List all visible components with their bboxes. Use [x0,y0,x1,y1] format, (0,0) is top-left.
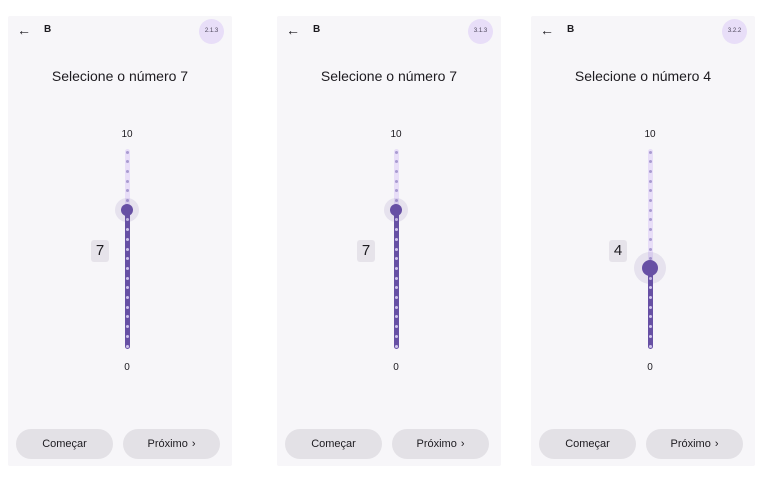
slider-max-label: 10 [390,129,402,140]
slider-tick [125,325,129,329]
slider-tick [648,237,652,241]
question-prompt: Selecione o número 7 [51,68,189,84]
start-button[interactable]: Começar [539,429,636,459]
slider-tick [394,169,398,173]
back-arrow-icon[interactable]: ← [540,22,554,38]
slider-tick [394,296,398,299]
slider-min-label: 0 [124,362,130,373]
chevron-right-icon: › [460,438,465,450]
slider-tick [648,344,652,348]
slider-tick [125,169,129,173]
slider-tick [648,179,652,183]
slider-tick [648,150,652,154]
slider-tick [648,208,652,212]
slider-tick [125,150,129,154]
back-arrow-icon[interactable]: ← [17,22,31,38]
slider-tick [648,169,652,173]
slider-tick [125,286,129,290]
app-title: B [44,24,52,35]
step-badge: 3.2.2 [722,19,747,44]
slider-tick [648,247,652,251]
slider-max-label: 10 [121,129,133,140]
slider-tick [394,160,398,164]
slider-value-indicator: 4 [609,240,627,262]
step-badge: 2.1.3 [199,19,224,44]
slider-tick [125,305,129,309]
question-prompt: Selecione o número 7 [320,68,458,84]
screen-2: ← B 3.1.3 Selecione o número 7 10 0 7 Co… [277,16,501,466]
slider-min-label: 0 [393,362,399,373]
slider-tick [648,228,652,232]
question-prompt: Selecione o número 4 [574,68,712,84]
slider-tick [648,189,652,193]
next-button[interactable]: Próximo › [392,429,489,459]
slider-tick [125,237,129,241]
slider-tick [648,160,652,164]
slider-tick [648,296,652,299]
slider-tick [394,179,398,183]
slider-tick [394,237,398,241]
top-bar: ← B 3.1.3 [277,16,501,46]
screen-3: ← B 3.2.2 Selecione o número 4 10 0 4 Co… [531,16,755,466]
slider-tick [125,334,129,338]
chevron-right-icon: › [191,438,196,450]
start-button[interactable]: Começar [285,429,382,459]
slider-tick [394,276,398,280]
slider-tick [125,344,129,348]
screen-1: ← B 2.1.3 Selecione o número 7 10 0 7 Co… [8,16,232,466]
slider-tick [648,305,652,309]
slider-tick [125,179,129,183]
slider-value-indicator: 7 [91,240,109,262]
slider-tick [394,266,398,270]
slider-tick [394,325,398,329]
top-bar: ← B 3.2.2 [531,16,755,46]
slider-tick [125,228,129,232]
slider-tick [125,160,129,164]
slider-min-label: 0 [647,362,653,373]
slider-tick [125,276,129,280]
next-button[interactable]: Próximo › [123,429,220,459]
next-button-label: Próximo [147,438,188,450]
slider-tick [394,257,398,261]
top-bar: ← B 2.1.3 [8,16,232,46]
slider-tick [125,296,129,299]
slider-tick [648,325,652,329]
chevron-right-icon: › [714,438,719,450]
next-button-label: Próximo [670,438,711,450]
slider-tick [648,286,652,290]
slider-tick [648,199,652,202]
slider-value-indicator: 7 [357,240,375,262]
start-button[interactable]: Começar [16,429,113,459]
slider-tick [394,305,398,309]
slider-tick [125,266,129,270]
slider-tick [125,257,129,261]
slider-tick [394,189,398,193]
app-title: B [567,24,575,35]
slider-tick [394,150,398,154]
next-button[interactable]: Próximo › [646,429,743,459]
next-button-label: Próximo [416,438,457,450]
slider-tick [125,189,129,193]
slider-tick [125,247,129,251]
back-arrow-icon[interactable]: ← [286,22,300,38]
slider-tick [394,247,398,251]
step-badge: 3.1.3 [468,19,493,44]
slider-tick [394,286,398,290]
slider-tick [394,344,398,348]
slider-tick [394,334,398,338]
slider-tick [394,228,398,232]
app-title: B [313,24,321,35]
slider-tick [648,334,652,338]
slider-max-label: 10 [644,129,656,140]
